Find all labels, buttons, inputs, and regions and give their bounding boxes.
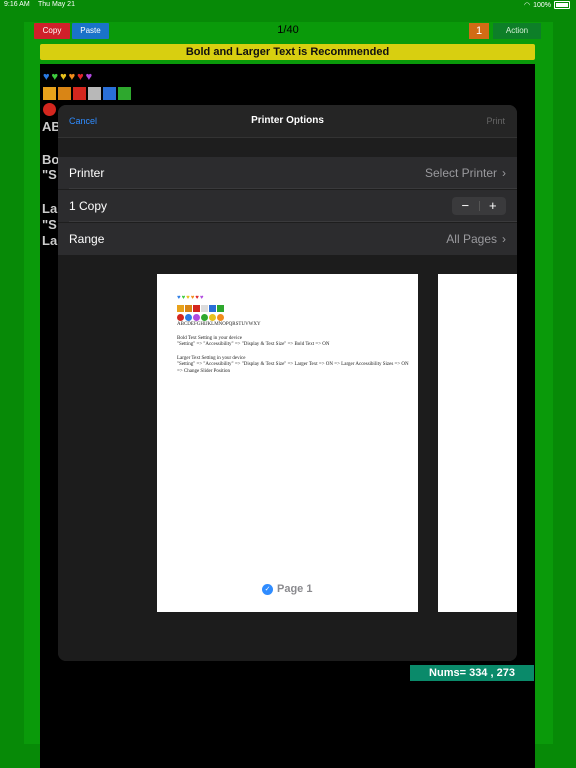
chevron-right-icon: ›	[502, 232, 506, 246]
green-circle-icon	[201, 314, 208, 321]
blue-square-icon	[209, 305, 216, 312]
square-row	[43, 87, 131, 100]
printer-label: Printer	[69, 166, 105, 180]
white-square-icon	[201, 305, 208, 312]
print-button[interactable]: Print	[486, 116, 505, 126]
red-square-icon	[193, 305, 200, 312]
orange-square-icon	[43, 87, 56, 100]
background-text: La	[42, 233, 58, 248]
copy-button[interactable]: Copy	[34, 23, 70, 39]
preview-alphabet: ABCDEFGHIJKLMNOPQRSTUVWXY	[177, 322, 261, 327]
blue-square-icon	[103, 87, 116, 100]
decrement-button[interactable]: −	[452, 197, 479, 215]
divider	[69, 188, 517, 189]
red-circle-icon	[177, 314, 184, 321]
circle-row	[43, 103, 56, 116]
background-text: "S	[42, 217, 57, 232]
nums-readout: Nums= 334 , 273	[410, 665, 534, 681]
status-time: 9:16 AM	[4, 1, 30, 8]
wifi-icon: ◠	[523, 2, 531, 9]
checkmark-icon: ✓	[262, 583, 273, 595]
preview-square-row	[177, 305, 224, 312]
brown-square-icon	[185, 305, 192, 312]
dialog-header: Cancel Printer Options Print	[58, 105, 517, 138]
preview-bold-path: "Setting" => "Accessibility" => "Display…	[177, 342, 330, 347]
heart-icon: ♥	[60, 71, 67, 83]
heart-icon: ♥	[68, 71, 76, 83]
recommendation-banner: Bold and Larger Text is Recommended	[40, 44, 535, 60]
orange-circle-icon	[217, 314, 224, 321]
page-selection[interactable]: ✓ Page 1	[262, 583, 312, 595]
heart-icon: ♥	[186, 295, 190, 301]
battery-percent: 100%	[533, 1, 551, 9]
page-counter: 1/40	[277, 24, 299, 36]
green-square-icon	[217, 305, 224, 312]
status-date: Thu May 21	[38, 1, 75, 8]
preview-larger-path: "Setting" => "Accessibility" => "Display…	[177, 362, 409, 374]
blue-circle-icon	[185, 314, 192, 321]
paste-button[interactable]: Paste	[72, 23, 109, 39]
heart-icon: ♥	[199, 295, 204, 301]
yellow-circle-icon	[209, 314, 216, 321]
range-row[interactable]: Range All Pages ›	[58, 223, 517, 255]
brown-square-icon	[58, 87, 71, 100]
one-button[interactable]: 1	[469, 23, 489, 39]
heart-icon: ♥	[43, 71, 50, 83]
green-square-icon	[118, 87, 131, 100]
range-value: All Pages	[446, 232, 497, 246]
background-text: La	[42, 201, 58, 216]
background-text: "S	[42, 167, 57, 182]
copies-label: 1 Copy	[69, 199, 108, 213]
heart-icon: ♥	[177, 295, 181, 301]
background-text: Bo	[42, 152, 60, 167]
action-button[interactable]: Action	[493, 23, 541, 39]
copies-stepper: − +	[452, 197, 506, 215]
increment-button[interactable]: +	[480, 197, 507, 215]
status-bar: 9:16 AM Thu May 21 ◠ 100%	[0, 0, 576, 12]
red-square-icon	[73, 87, 86, 100]
dialog-title: Printer Options	[251, 115, 324, 126]
page-label: Page 1	[277, 583, 313, 595]
heart-row: ♥ ♥ ♥ ♥ ♥ ♥	[43, 70, 92, 84]
preview-page-2[interactable]	[438, 274, 517, 612]
range-label: Range	[69, 232, 105, 246]
printer-value: Select Printer	[424, 166, 497, 180]
divider	[69, 221, 517, 222]
copies-row: 1 Copy − +	[58, 190, 517, 222]
heart-icon: ♥	[77, 71, 84, 83]
heart-icon: ♥	[181, 295, 186, 301]
orange-square-icon	[177, 305, 184, 312]
heart-icon: ♥	[190, 295, 195, 301]
white-square-icon	[88, 87, 101, 100]
battery-icon	[554, 1, 570, 9]
purple-circle-icon	[193, 314, 200, 321]
preview-heart-row: ♥ ♥ ♥ ♥ ♥ ♥	[177, 294, 203, 302]
red-circle-icon	[43, 103, 56, 116]
status-right: ◠ 100%	[524, 1, 570, 9]
printer-row[interactable]: Printer Select Printer ›	[58, 157, 517, 189]
heart-icon: ♥	[195, 295, 199, 301]
preview-circle-row	[177, 314, 224, 321]
heart-icon: ♥	[85, 71, 93, 83]
chevron-right-icon: ›	[502, 166, 506, 180]
heart-icon: ♥	[51, 71, 59, 83]
